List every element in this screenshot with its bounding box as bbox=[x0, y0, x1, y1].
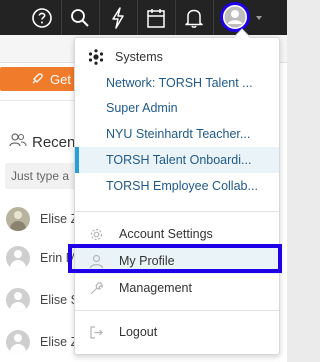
system-item-super-admin[interactable]: Super Admin bbox=[75, 95, 279, 121]
recent-search-input[interactable]: Just type a bbox=[5, 163, 77, 189]
system-item-torsh-talent-onboarding[interactable]: TORSH Talent Onboardi... bbox=[75, 147, 279, 173]
topbar-divider bbox=[175, 0, 176, 35]
gear-icon bbox=[88, 226, 104, 242]
logout-item[interactable]: Logout bbox=[75, 319, 279, 345]
get-started-button[interactable]: Get bbox=[0, 67, 76, 91]
list-item[interactable]: Elise S bbox=[6, 288, 79, 312]
topbar-divider bbox=[99, 0, 100, 35]
system-item-torsh-employee[interactable]: TORSH Employee Collab... bbox=[75, 173, 279, 199]
management-item[interactable]: Management bbox=[75, 275, 279, 301]
topbar-divider bbox=[61, 0, 62, 35]
avatar bbox=[6, 330, 30, 354]
bell-icon[interactable] bbox=[180, 0, 208, 35]
user-name: Elise Z bbox=[40, 335, 79, 349]
system-item-label: TORSH Talent Onboardi... bbox=[106, 153, 252, 167]
my-profile-highlight bbox=[68, 244, 282, 273]
system-item-network[interactable]: Network: TORSH Talent ... bbox=[75, 70, 279, 96]
user-avatar-icon[interactable] bbox=[220, 2, 250, 32]
user-name: Elise Z bbox=[40, 212, 79, 226]
recent-heading: Recen bbox=[9, 133, 75, 151]
list-item[interactable]: Elise Z bbox=[6, 330, 78, 354]
topbar-divider bbox=[137, 0, 138, 35]
chevron-down-icon[interactable] bbox=[256, 16, 262, 20]
systems-label: Systems bbox=[115, 50, 163, 64]
management-label: Management bbox=[119, 281, 192, 295]
avatar bbox=[6, 246, 30, 270]
avatar bbox=[6, 288, 30, 312]
calendar-icon[interactable] bbox=[142, 0, 170, 35]
help-icon[interactable] bbox=[28, 0, 56, 35]
wrench-icon bbox=[88, 280, 104, 296]
avatar bbox=[6, 207, 30, 231]
list-item[interactable]: Elise Z bbox=[6, 207, 78, 231]
people-icon bbox=[9, 133, 27, 151]
logout-label: Logout bbox=[119, 325, 158, 339]
network-icon bbox=[88, 49, 104, 65]
system-item-nyu-steinhardt[interactable]: NYU Steinhardt Teacher... bbox=[75, 121, 279, 147]
systems-heading: Systems bbox=[75, 44, 279, 70]
list-item[interactable]: Erin M bbox=[6, 246, 76, 270]
menu-divider bbox=[75, 211, 279, 212]
account-dropdown-menu: Systems Network: TORSH Talent ... Super … bbox=[74, 28, 280, 355]
recent-label: Recen bbox=[32, 133, 76, 151]
account-settings-label: Account Settings bbox=[119, 227, 213, 241]
get-button-label: Get bbox=[50, 71, 71, 87]
search-icon[interactable] bbox=[66, 0, 94, 35]
system-item-label: NYU Steinhardt Teacher... bbox=[106, 127, 251, 141]
system-item-label: Network: TORSH Talent ... bbox=[106, 76, 253, 90]
system-item-label: Super Admin bbox=[106, 101, 178, 115]
lightning-icon[interactable] bbox=[104, 0, 132, 35]
logout-icon bbox=[88, 324, 104, 340]
topbar-divider bbox=[213, 0, 214, 35]
system-item-label: TORSH Employee Collab... bbox=[106, 179, 258, 193]
menu-divider bbox=[75, 310, 279, 311]
rocket-icon bbox=[30, 72, 44, 89]
